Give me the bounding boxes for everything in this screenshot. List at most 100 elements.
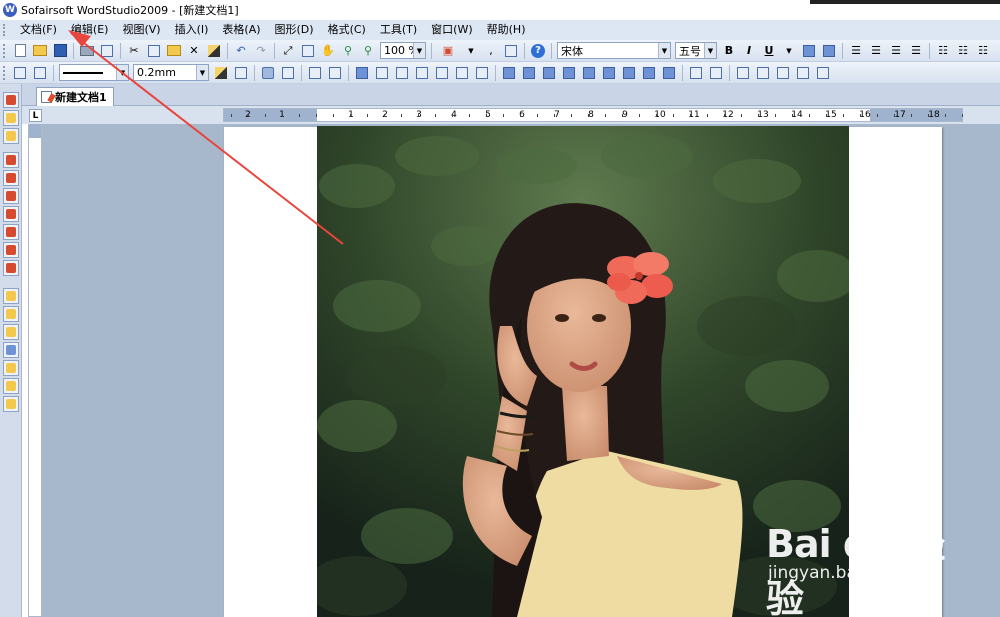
insert-picture-button[interactable]: ▣ [436, 42, 460, 60]
toolbar-grip[interactable] [3, 65, 7, 80]
pen-tool-4[interactable] [3, 342, 19, 358]
chart-tool-2[interactable] [3, 170, 19, 186]
numbering-button[interactable]: ☷ [954, 42, 972, 60]
pan-button[interactable]: ✋ [319, 42, 337, 60]
fill-style-button[interactable] [279, 64, 297, 82]
insert-column-button[interactable] [453, 64, 471, 82]
print-preview-button[interactable] [98, 42, 116, 60]
insert-table-button[interactable] [353, 64, 371, 82]
select-button[interactable]: ⤢ [279, 42, 297, 60]
bullets-button[interactable]: ☷ [934, 42, 952, 60]
flip-button[interactable] [794, 64, 812, 82]
menu-tools[interactable]: 工具(T) [373, 21, 424, 39]
delete-button[interactable]: ✕ [185, 42, 203, 60]
fill-color-button[interactable] [259, 64, 277, 82]
justify-button[interactable]: ☰ [907, 42, 925, 60]
edit-points-button[interactable] [31, 64, 49, 82]
font-color-button[interactable] [820, 42, 838, 60]
insert-symbol-button[interactable] [502, 42, 520, 60]
align-right-button[interactable]: ☰ [887, 42, 905, 60]
line-pattern-button[interactable] [232, 64, 250, 82]
line-color-button[interactable] [212, 64, 230, 82]
line-style-combo[interactable]: ▼ [59, 64, 129, 81]
copy-button[interactable] [145, 42, 163, 60]
dropdown-button[interactable]: ▼ [462, 42, 480, 60]
rotate-button[interactable] [774, 64, 792, 82]
zoom-out-button[interactable]: ⚲ [359, 42, 377, 60]
menu-view[interactable]: 视图(V) [115, 21, 167, 39]
pen-tool-1[interactable] [3, 288, 19, 304]
menu-help[interactable]: 帮助(H) [480, 21, 533, 39]
menu-insert[interactable]: 插入(I) [168, 21, 216, 39]
help-button[interactable]: ? [529, 42, 547, 60]
bold-button[interactable]: B [720, 42, 738, 60]
chart-tool-3[interactable] [3, 188, 19, 204]
menu-graphics[interactable]: 图形(D) [268, 21, 321, 39]
align-object-2[interactable] [520, 64, 538, 82]
menu-format[interactable]: 格式(C) [321, 21, 373, 39]
image-button[interactable] [687, 64, 705, 82]
align-center-button[interactable]: ☰ [867, 42, 885, 60]
magnet-tool[interactable] [3, 92, 19, 108]
chart-tool-6[interactable] [3, 242, 19, 258]
chart-tool-1[interactable] [3, 152, 19, 168]
merge-cells-button[interactable] [393, 64, 411, 82]
underline-button[interactable]: U [760, 42, 778, 60]
align-object-4[interactable] [560, 64, 578, 82]
table-tool-button[interactable] [306, 64, 324, 82]
comma-button[interactable]: , [482, 42, 500, 60]
chart-tool-5[interactable] [3, 224, 19, 240]
insert-row-button[interactable] [433, 64, 451, 82]
table-props-button[interactable] [373, 64, 391, 82]
pen-tool-2[interactable] [3, 306, 19, 322]
align-object-9[interactable] [660, 64, 678, 82]
italic-button[interactable]: I [740, 42, 758, 60]
grid-button[interactable] [299, 42, 317, 60]
menu-file[interactable]: 文档(F) [13, 21, 64, 39]
pen-tool-7[interactable] [3, 396, 19, 412]
zoom-combo[interactable]: 100 % ▼ [380, 42, 426, 59]
underline-dropdown[interactable]: ▼ [780, 42, 798, 60]
group-button[interactable] [707, 64, 725, 82]
paste-button[interactable] [165, 42, 183, 60]
align-left-button[interactable]: ☰ [847, 42, 865, 60]
horizontal-ruler[interactable]: 21123456789101112131415161718 [223, 108, 963, 122]
line-width-combo[interactable]: 0.2mm ▼ [133, 64, 209, 81]
format-painter-button[interactable] [205, 42, 223, 60]
font-size-combo[interactable]: 五号 ▼ [675, 42, 717, 59]
bring-front-button[interactable] [734, 64, 752, 82]
highlight-button[interactable] [800, 42, 818, 60]
chart-tool-4[interactable] [3, 206, 19, 222]
new-document-button[interactable] [11, 42, 29, 60]
vertical-ruler[interactable] [28, 124, 42, 617]
indent-button[interactable]: ☷ [974, 42, 992, 60]
menu-edit[interactable]: 编辑(E) [64, 21, 116, 39]
sort-button[interactable] [473, 64, 491, 82]
more-button[interactable] [814, 64, 832, 82]
print-button[interactable] [78, 42, 96, 60]
align-object-6[interactable] [600, 64, 618, 82]
align-object-8[interactable] [640, 64, 658, 82]
menu-table[interactable]: 表格(A) [215, 21, 267, 39]
save-button[interactable] [51, 42, 69, 60]
split-cells-button[interactable] [413, 64, 431, 82]
font-name-combo[interactable]: 宋体 ▼ [557, 42, 671, 59]
shape-tool[interactable] [3, 128, 19, 144]
align-object-3[interactable] [540, 64, 558, 82]
menu-grip[interactable] [3, 24, 7, 36]
pen-tool-3[interactable] [3, 324, 19, 340]
undo-button[interactable]: ↶ [232, 42, 250, 60]
align-object-5[interactable] [580, 64, 598, 82]
table-tool-button-2[interactable] [326, 64, 344, 82]
tab-stop-selector[interactable]: L [29, 109, 42, 122]
align-object-7[interactable] [620, 64, 638, 82]
align-object-1[interactable] [500, 64, 518, 82]
toolbar-grip[interactable] [3, 43, 7, 58]
redo-button[interactable]: ↷ [252, 42, 270, 60]
edit-object-button[interactable] [11, 64, 29, 82]
chart-tool-7[interactable] [3, 260, 19, 276]
tab-document-1[interactable]: 新建文档1 [36, 87, 114, 106]
lightning-tool[interactable] [3, 110, 19, 126]
send-back-button[interactable] [754, 64, 772, 82]
pen-tool-6[interactable] [3, 378, 19, 394]
